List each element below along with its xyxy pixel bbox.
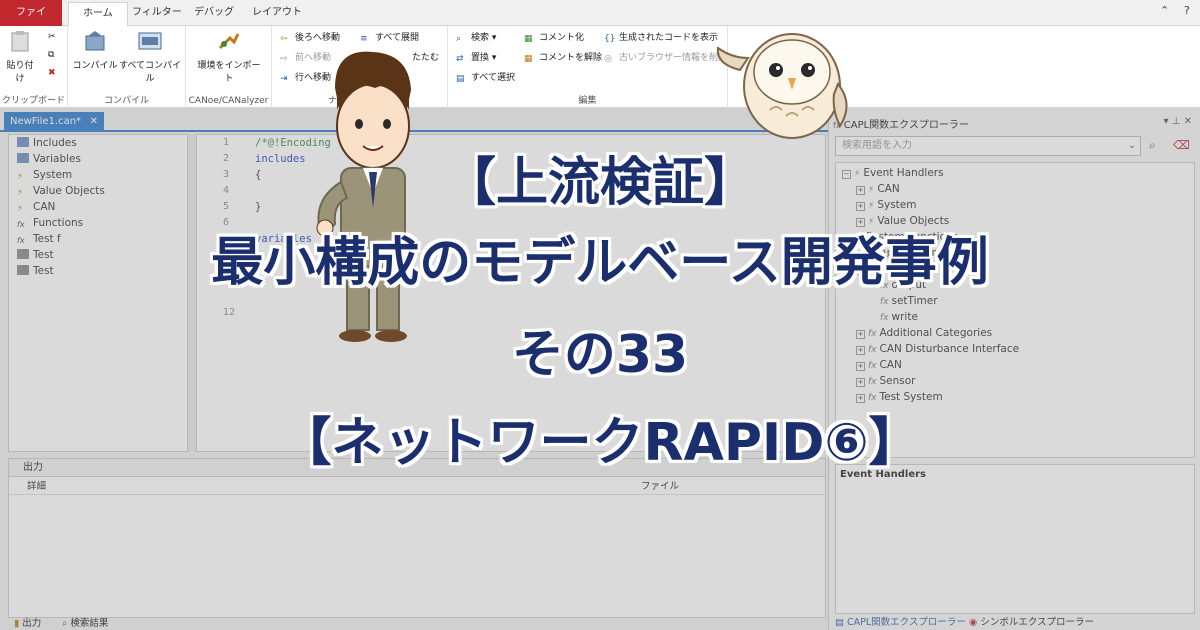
delete-icon[interactable]: ✖ [48, 68, 56, 78]
search-label: 検索 [471, 33, 490, 43]
help-icon[interactable]: ? [1184, 4, 1190, 17]
replace-icon: ⇄ [456, 54, 464, 64]
comment-icon: ▦ [524, 34, 533, 44]
binoculars-icon: ⌕ [456, 34, 462, 44]
compile-label: コンパイル [72, 61, 118, 71]
show-generated-code-button[interactable]: {} 生成されたコードを表示 [604, 30, 718, 44]
search-button[interactable]: ⌕ 検索 ▾ [456, 30, 496, 44]
goto-line-icon: ⇥ [280, 74, 288, 84]
group-label-edit: 編集 [578, 96, 597, 106]
headline-line1: 【上流検証】 [443, 153, 756, 213]
compile-all-label: すべてコンパイル [118, 61, 181, 84]
minimize-ribbon-icon[interactable]: ⌃ [1160, 4, 1169, 17]
paste-button[interactable]: 貼り付け [4, 30, 36, 84]
arrow-right-icon: ⇨ [280, 54, 288, 64]
headline-line3: その33 [511, 325, 689, 385]
compile-all-icon [138, 32, 162, 50]
expand-all-button[interactable]: ≡ すべて展開 [360, 30, 419, 44]
replace-button[interactable]: ⇄ 置換 ▾ [456, 50, 496, 64]
arrow-left-icon: ⇦ [280, 34, 288, 44]
compile-icon [85, 31, 105, 51]
select-all-icon: ▤ [456, 74, 465, 84]
owl-illustration [716, 33, 848, 139]
headline-line2: 最小構成のモデルベース開発事例 [211, 233, 989, 293]
delete-old-browser-info-button[interactable]: ◎ 古いブラウザー情報を削除 [604, 50, 727, 64]
navigate-back-button[interactable]: ⇦ 後ろへ移動 [280, 30, 340, 44]
headline-line4: 【ネットワークRAPID⑥】 [279, 413, 921, 473]
group-label-canoe: CANoe/CANalyzer [188, 96, 269, 106]
import-environment-label: 環境をインポート [197, 61, 261, 84]
select-all-button[interactable]: ▤ すべて選択 [456, 70, 515, 84]
ribbon-tab-bar: ファイル ホーム フィルター デバッグ レイアウト ⌃ ? [0, 0, 1200, 44]
cleanup-icon: ◎ [604, 54, 612, 64]
select-all-label: すべて選択 [471, 73, 516, 83]
import-environment-button[interactable]: 環境をインポート [194, 30, 264, 84]
navigate-back-label: 後ろへ移動 [295, 33, 341, 43]
comment-label: コメント化 [539, 33, 585, 43]
group-edit: ⌕ 検索 ▾ ⇄ 置換 ▾ ▤ すべて選択 ▦ コメント化 ▦ コメントを解除 {} 生成さ… [448, 26, 728, 108]
group-label-clipboard: クリップボード [1, 96, 65, 106]
group-compile: コンパイル すべてコンパイル コンパイル [68, 26, 186, 108]
paste-icon [11, 31, 29, 52]
uncomment-button[interactable]: ▦ コメントを解除 [524, 50, 602, 64]
comment-button[interactable]: ▦ コメント化 [524, 30, 584, 44]
uncomment-icon: ▦ [524, 54, 533, 64]
paste-label: 貼り付け [6, 61, 34, 84]
uncomment-label: コメントを解除 [539, 53, 603, 63]
group-label-compile: コンパイル [103, 96, 149, 106]
expand-icon: ≡ [360, 34, 368, 44]
tab-file[interactable]: ファイル [0, 0, 62, 44]
code-icon: {} [604, 34, 616, 44]
ribbon: 貼り付け ✂ ⧉ ✖ クリップボード コンパイル すべてコンパイル コンパイル … [0, 26, 1200, 108]
tab-layout[interactable]: レイアウト [238, 2, 316, 26]
show-generated-code-label: 生成されたコードを表示 [619, 33, 719, 43]
copy-icon[interactable]: ⧉ [48, 50, 54, 60]
replace-label: 置換 [471, 53, 490, 63]
compile-button[interactable]: コンパイル [72, 30, 118, 71]
cut-icon[interactable]: ✂ [48, 32, 56, 42]
group-clipboard: 貼り付け ✂ ⧉ ✖ クリップボード [0, 26, 68, 108]
expand-all-label: すべて展開 [375, 33, 420, 43]
group-canoe: 環境をインポート CANoe/CANalyzer [186, 26, 272, 108]
import-icon [218, 33, 240, 50]
compile-all-button[interactable]: すべてコンパイル [118, 30, 182, 84]
